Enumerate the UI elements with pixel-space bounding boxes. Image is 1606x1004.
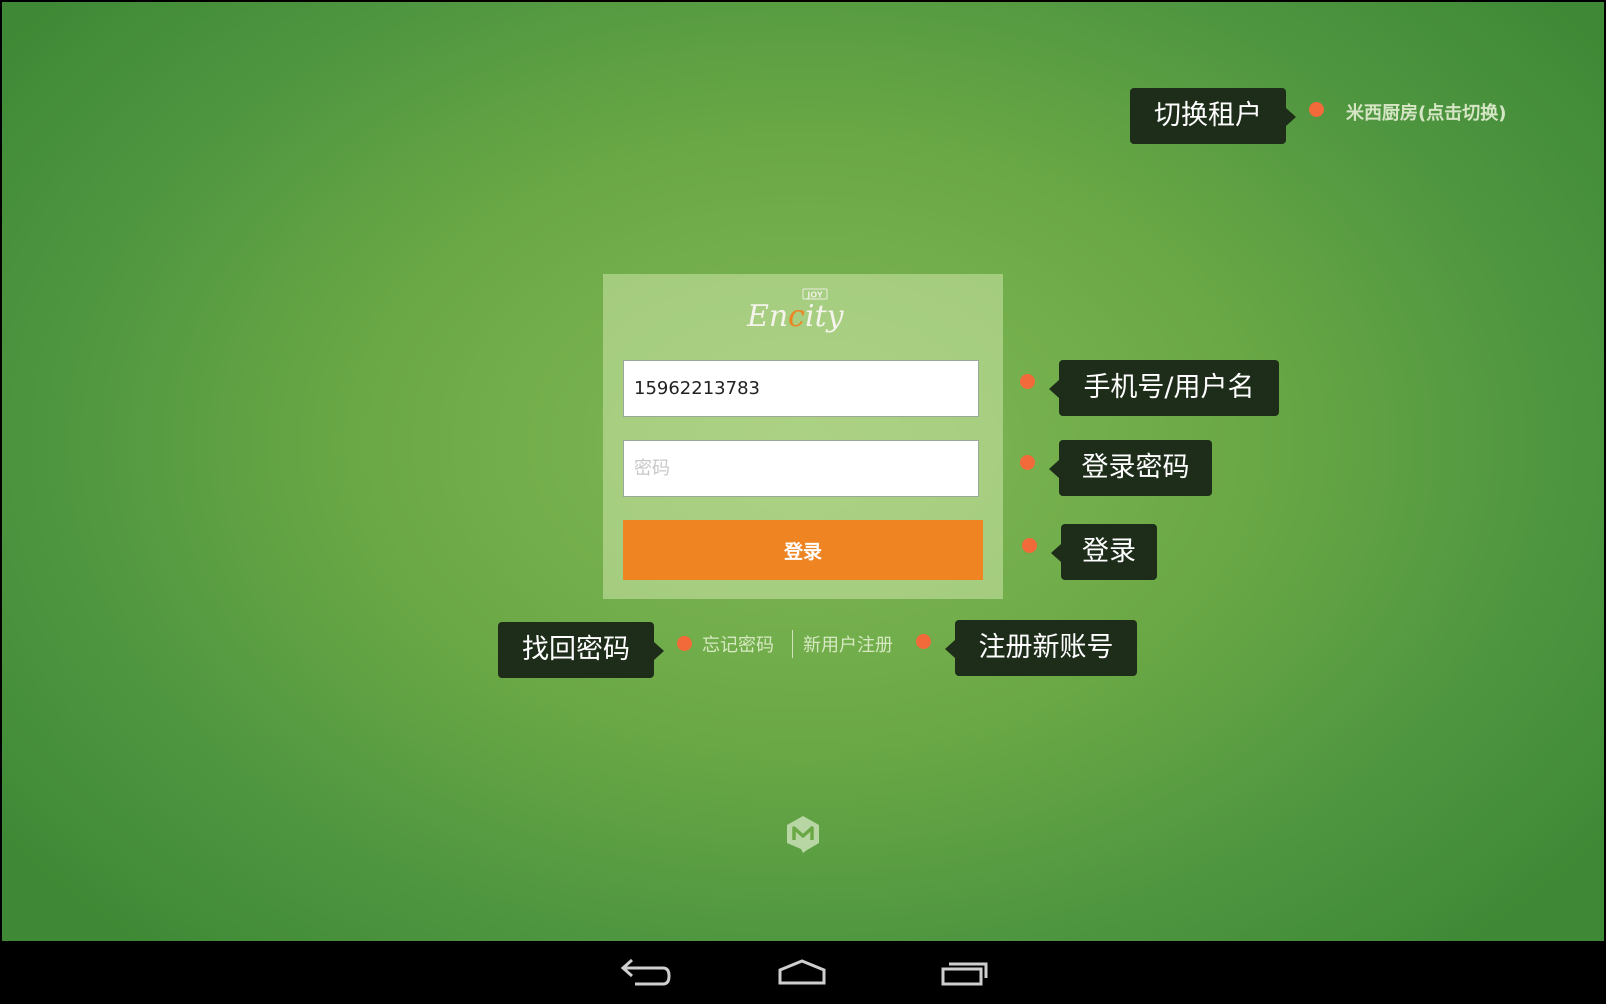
callout-dot xyxy=(1022,538,1037,553)
back-icon[interactable] xyxy=(613,951,673,993)
brand-m-icon xyxy=(787,816,819,853)
callout-phone-username: 手机号/用户名 xyxy=(1049,360,1279,416)
link-divider xyxy=(792,630,793,658)
switch-tenant-link[interactable]: 米西厨房(点击切换) xyxy=(1346,99,1506,125)
recents-icon[interactable] xyxy=(934,951,994,993)
callout-dot xyxy=(677,636,692,651)
callout-dot xyxy=(1309,102,1324,117)
callout-switch-tenant: 切换租户 xyxy=(1130,88,1296,144)
forgot-password-link[interactable]: 忘记密码 xyxy=(702,631,774,657)
callout-dot xyxy=(1020,455,1035,470)
system-navigation-bar xyxy=(0,941,1606,1004)
register-link[interactable]: 新用户注册 xyxy=(803,631,893,657)
callout-dot xyxy=(916,634,931,649)
callout-login-password: 登录密码 xyxy=(1049,440,1212,496)
phone-username-input[interactable] xyxy=(623,360,979,417)
encity-logo: JOY En c ity xyxy=(746,288,845,334)
callout-login: 登录 xyxy=(1051,524,1157,580)
login-card: JOY En c ity 登录 xyxy=(603,274,1003,599)
callout-dot xyxy=(1020,374,1035,389)
callout-register-account: 注册新账号 xyxy=(945,620,1137,676)
home-icon[interactable] xyxy=(772,951,832,993)
logo-wordmark-ity: ity xyxy=(805,299,845,334)
callout-recover-password: 找回密码 xyxy=(498,622,664,678)
logo-wordmark-c: c xyxy=(788,299,805,334)
login-button[interactable]: 登录 xyxy=(623,520,983,580)
logo-wordmark-en: En xyxy=(746,299,788,334)
password-input[interactable] xyxy=(623,440,979,497)
screen: 米西厨房(点击切换) JOY En c ity 登录 忘记密码 新用户注册 切换… xyxy=(0,0,1606,1004)
